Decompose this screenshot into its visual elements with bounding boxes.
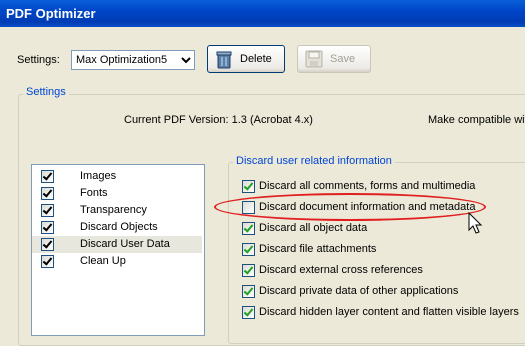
label-discard-external-refs: Discard external cross references bbox=[259, 264, 423, 276]
panel-item-clean-up[interactable]: Clean Up bbox=[32, 253, 202, 270]
save-button[interactable]: Save bbox=[297, 45, 371, 73]
settings-dropdown[interactable]: Max Optimization5 bbox=[71, 50, 195, 70]
panels-list: Images Fonts Transparency Discard Object… bbox=[31, 164, 205, 336]
delete-button[interactable]: Delete bbox=[207, 45, 285, 73]
save-button-label: Save bbox=[330, 53, 356, 65]
label-discard-file-attachments: Discard file attachments bbox=[259, 243, 377, 255]
discard-user-info-title: Discard user related information bbox=[233, 155, 395, 167]
label-discard-object-data: Discard all object data bbox=[259, 222, 368, 234]
settings-label: Settings: bbox=[17, 54, 60, 66]
mouse-pointer-icon bbox=[468, 212, 483, 234]
checkbox-discard-private-data[interactable] bbox=[242, 285, 255, 298]
checkbox-discard-hidden-layers[interactable] bbox=[242, 306, 255, 319]
panel-label-images: Images bbox=[80, 170, 117, 182]
window-title: PDF Optimizer bbox=[6, 6, 96, 21]
save-disk-icon bbox=[305, 50, 323, 68]
highlight-oval-annotation bbox=[214, 193, 486, 221]
panel-checkbox-transparency[interactable] bbox=[41, 204, 54, 217]
window-title-bar[interactable]: PDF Optimizer bbox=[0, 0, 525, 27]
panel-item-discard-user-data[interactable]: Discard User Data bbox=[32, 236, 202, 253]
panel-label-fonts: Fonts bbox=[80, 187, 108, 199]
make-compatible-label: Make compatible wit bbox=[428, 114, 525, 126]
panel-checkbox-discard-user-data[interactable] bbox=[41, 238, 54, 251]
label-discard-private-data: Discard private data of other applicatio… bbox=[259, 285, 459, 297]
panel-label-discard-objects: Discard Objects bbox=[80, 221, 158, 233]
checkbox-discard-file-attachments[interactable] bbox=[242, 243, 255, 256]
current-pdf-version: Current PDF Version: 1.3 (Acrobat 4.x) bbox=[124, 114, 313, 126]
panel-checkbox-clean-up[interactable] bbox=[41, 255, 54, 268]
panel-item-images[interactable]: Images bbox=[32, 168, 202, 185]
checkbox-discard-external-refs[interactable] bbox=[242, 264, 255, 277]
trash-icon bbox=[216, 51, 232, 69]
panel-item-transparency[interactable]: Transparency bbox=[32, 202, 202, 219]
checkbox-discard-object-data[interactable] bbox=[242, 222, 255, 235]
panel-checkbox-images[interactable] bbox=[41, 170, 54, 183]
settings-group-title: Settings bbox=[23, 86, 69, 98]
checkbox-discard-comments[interactable] bbox=[242, 180, 255, 193]
label-discard-hidden-layers: Discard hidden layer content and flatten… bbox=[259, 306, 519, 318]
panel-item-discard-objects[interactable]: Discard Objects bbox=[32, 219, 202, 236]
panel-item-fonts[interactable]: Fonts bbox=[32, 185, 202, 202]
panel-label-discard-user-data: Discard User Data bbox=[80, 238, 170, 250]
panel-checkbox-discard-objects[interactable] bbox=[41, 221, 54, 234]
delete-button-label: Delete bbox=[240, 53, 272, 65]
panel-label-transparency: Transparency bbox=[80, 204, 147, 216]
panel-checkbox-fonts[interactable] bbox=[41, 187, 54, 200]
panel-label-clean-up: Clean Up bbox=[80, 255, 126, 267]
